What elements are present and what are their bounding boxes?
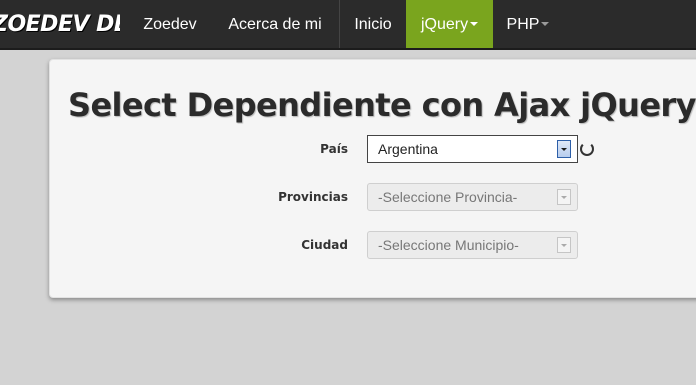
city-select-value: -Seleccione Municipio- [378, 237, 519, 253]
country-select-value: Argentina [378, 141, 438, 157]
nav-item-label: Inicio [354, 16, 392, 33]
province-select[interactable]: -Seleccione Provincia- [367, 183, 578, 211]
city-label: Ciudad [301, 238, 348, 252]
city-select[interactable]: -Seleccione Municipio- [367, 231, 578, 259]
nav-item-label: PHP [506, 16, 540, 33]
spinner-icon [580, 142, 594, 156]
nav-item-label: jQuery [420, 16, 469, 33]
nav-item-zoedev[interactable]: Zoedev [130, 0, 210, 48]
caret-down-icon [470, 21, 479, 26]
province-label: Provincias [278, 190, 348, 204]
nav-item-acerca-de-mi[interactable]: Acerca de mi [214, 0, 336, 48]
dropdown-arrow-icon[interactable] [557, 140, 571, 158]
brand-logo[interactable]: ZOEDEV DEMOS [0, 0, 120, 50]
nav-item-php[interactable]: PHP [495, 0, 561, 48]
navbar: ZOEDEV DEMOS Zoedev Acerca de mi Inicio … [0, 0, 696, 50]
nav-item-inicio[interactable]: Inicio [340, 0, 406, 48]
dropdown-arrow-icon[interactable] [557, 189, 571, 205]
nav-item-label: Zoedev [143, 16, 197, 33]
nav-item-label: Acerca de mi [228, 16, 322, 33]
caret-down-icon [541, 21, 550, 26]
nav-item-jquery[interactable]: jQuery [406, 0, 493, 48]
dropdown-arrow-icon[interactable] [557, 237, 571, 253]
page-title: Select Dependiente con Ajax jQuery [68, 86, 696, 124]
country-select[interactable]: Argentina [367, 135, 578, 163]
province-select-value: -Seleccione Provincia- [378, 189, 518, 205]
country-label: País [320, 142, 348, 156]
